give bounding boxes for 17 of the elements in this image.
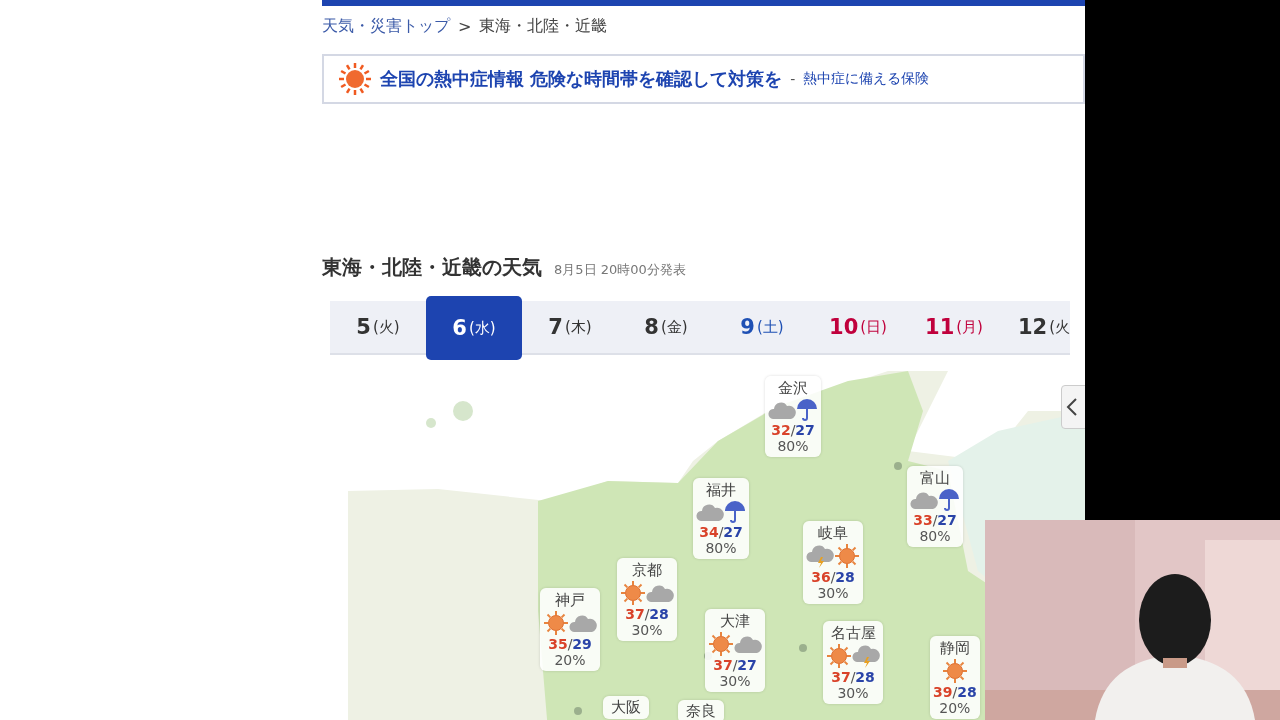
section-title: 東海・北陸・近畿の天気 (322, 254, 542, 281)
breadcrumb-current: 東海・北陸・近畿 (479, 15, 608, 37)
date-tab[interactable]: 8(金) (618, 301, 714, 355)
issued-time: 8月5日 20時00分発表 (554, 261, 686, 279)
breadcrumb-separator: > (458, 16, 472, 36)
dash: - (790, 71, 796, 87)
date-tab[interactable]: 12(火 (1002, 301, 1071, 355)
sun-icon (338, 62, 372, 96)
date-tab[interactable]: 10(日) (810, 301, 906, 355)
date-tab[interactable]: 5(火) (330, 301, 426, 355)
insurance-link[interactable]: 熱中症に備える保険 (803, 70, 930, 88)
date-tab[interactable]: 9(土) (714, 301, 810, 355)
date-tab[interactable]: 11(月) (906, 301, 1002, 355)
banner-link[interactable]: 全国の熱中症情報 危険な時間帯を確認して対策を (380, 67, 783, 91)
date-tab[interactable]: 7(木) (522, 301, 618, 355)
breadcrumb-link[interactable]: 天気・災害トップ (322, 15, 450, 37)
date-tab[interactable]: 6(水) (426, 296, 522, 360)
